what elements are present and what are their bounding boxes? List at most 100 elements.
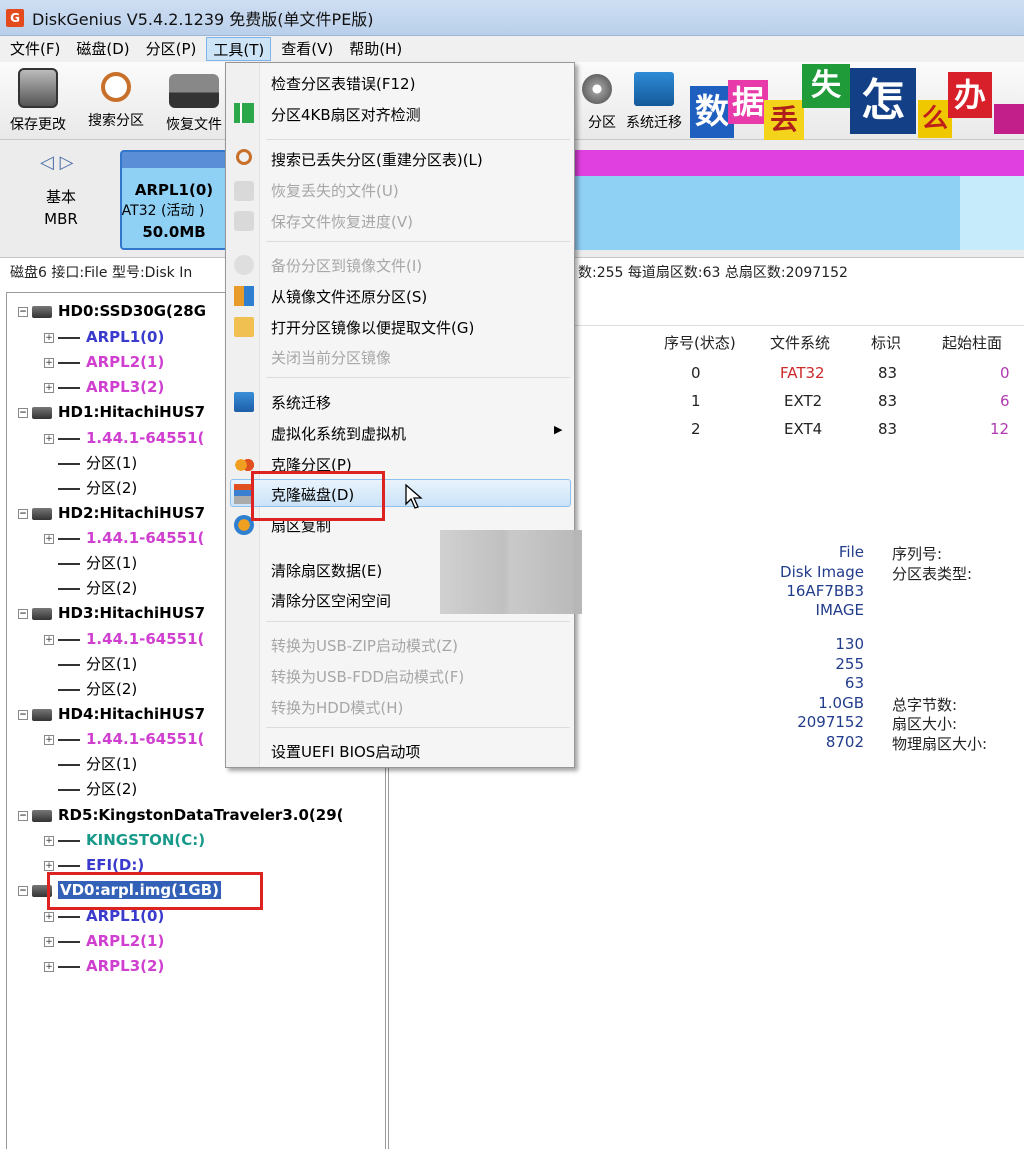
- tree-disk-hd4[interactable]: − HD4:HitachiHUS7: [18, 703, 205, 725]
- menu-item-virtualize[interactable]: 虚拟化系统到虚拟机: [271, 423, 406, 444]
- tree-partition[interactable]: +1.44.1-64551(: [44, 527, 204, 549]
- search-icon: [236, 149, 252, 165]
- tree-partition[interactable]: + KINGSTON(C:): [44, 829, 205, 851]
- hdd-icon: [32, 507, 52, 520]
- menu-item-uefi-bios[interactable]: 设置UEFI BIOS启动项: [271, 741, 420, 762]
- tree-partition[interactable]: + ARPL3(2): [44, 955, 164, 977]
- menu-item-system-migrate[interactable]: 系统迁移: [271, 392, 331, 413]
- clone-disk-highlight-box: [251, 471, 385, 521]
- data-loss-banner[interactable]: 数 据 丢 失 怎 么 办: [690, 64, 1024, 140]
- prop-image: IMAGE: [815, 601, 864, 619]
- recover-files-label: 恢复文件: [166, 117, 222, 133]
- tree-partition-label: 1.44.1-64551(: [86, 529, 205, 547]
- vd0-highlight-box: [47, 872, 263, 910]
- sector-size-label: 扇区大小:: [892, 715, 958, 733]
- menu-item-clear-sector-data[interactable]: 清除扇区数据(E): [271, 560, 382, 581]
- tree-disk-hd2[interactable]: − HD2:HitachiHUS7: [18, 502, 205, 524]
- partition-icon: [58, 940, 80, 943]
- menu-item-check-partition-table[interactable]: 检查分区表错误(F12): [271, 73, 415, 94]
- col-header-start-cyl[interactable]: 起始柱面: [942, 332, 1002, 353]
- restore-image-icon: [234, 286, 254, 306]
- tree-partition[interactable]: +1.44.1-64551(: [44, 427, 204, 449]
- table-cell: 83: [878, 420, 898, 438]
- menu-item-4kb-align[interactable]: 分区4KB扇区对齐检测: [271, 104, 421, 125]
- partition-block-arpl1[interactable]: ARPL1(0) AT32 (活动 ) 50.0MB: [120, 150, 228, 250]
- menu-item-clear-free-space[interactable]: 清除分区空闲空间: [271, 590, 391, 611]
- mouse-cursor-icon: [405, 484, 423, 509]
- menu-view[interactable]: 查看(V): [275, 37, 339, 61]
- menu-item-search-lost-partitions[interactable]: 搜索已丢失分区(重建分区表)(L): [271, 149, 483, 170]
- menu-file[interactable]: 文件(F): [4, 37, 66, 61]
- menu-disk[interactable]: 磁盘(D): [70, 37, 135, 61]
- partition-icon: [58, 738, 80, 741]
- table-cell: 2: [691, 420, 701, 438]
- tree-disk-hd0[interactable]: − HD0:SSD30G(28G: [18, 300, 206, 322]
- col-header-fs[interactable]: 文件系统: [770, 332, 830, 353]
- system-migrate-button[interactable]: 系统迁移: [618, 68, 690, 132]
- save-progress-icon: [234, 211, 254, 231]
- open-image-folder-icon: [234, 317, 254, 337]
- banner-char: 怎: [850, 68, 916, 134]
- tree-partition[interactable]: 分区(1): [58, 753, 137, 775]
- partition-icon: [58, 437, 80, 440]
- tree-partition-label: KINGSTON(C:): [86, 831, 206, 849]
- prop-serial: 16AF7BB3: [786, 582, 864, 600]
- save-disk-icon: [18, 68, 58, 108]
- partition-icon: [58, 688, 80, 691]
- tree-partition[interactable]: 分区(2): [58, 577, 137, 599]
- save-changes-label: 保存更改: [10, 117, 66, 133]
- tree-partition[interactable]: 分区(2): [58, 477, 137, 499]
- partition-block-name: ARPL1(0): [134, 181, 214, 199]
- tree-partition-label: 分区(2): [86, 479, 138, 497]
- table-cell: 12: [990, 420, 1010, 438]
- partition-icon: [58, 487, 80, 490]
- menu-icon-gutter: [226, 63, 260, 767]
- partition-icon: [58, 788, 80, 791]
- partition-icon: [58, 562, 80, 565]
- recover-files-button[interactable]: 恢复文件: [156, 68, 232, 134]
- tree-disk-label: HD0:SSD30G(28G: [58, 302, 207, 320]
- partition-block-free[interactable]: [960, 176, 1024, 250]
- menu-item-open-partition-image[interactable]: 打开分区镜像以便提取文件(G): [271, 317, 474, 338]
- partition-icon: [58, 361, 80, 364]
- tree-disk-rd5[interactable]: − RD5:KingstonDataTraveler3.0(29(: [18, 804, 344, 826]
- tree-partition-label: 1.44.1-64551(: [86, 730, 205, 748]
- submenu-arrow-icon: ▶: [554, 423, 563, 436]
- tree-partition[interactable]: +1.44.1-64551(: [44, 628, 204, 650]
- menu-separator: [266, 727, 570, 728]
- search-partition-button[interactable]: 搜索分区: [78, 68, 154, 130]
- tree-partition[interactable]: + ARPL2(1): [44, 930, 164, 952]
- tree-partition[interactable]: +1.44.1-64551(: [44, 728, 204, 750]
- col-header-id[interactable]: 标识: [871, 332, 901, 353]
- tree-disk-hd1[interactable]: − HD1:HitachiHUS7: [18, 401, 205, 423]
- tree-partition-label: 分区(2): [86, 780, 138, 798]
- partition-block-others[interactable]: [574, 150, 1024, 250]
- menu-help[interactable]: 帮助(H): [343, 37, 408, 61]
- monitor-migrate-icon: [634, 72, 674, 106]
- tree-disk-hd3[interactable]: − HD3:HitachiHUS7: [18, 602, 205, 624]
- tree-partition[interactable]: 分区(1): [58, 653, 137, 675]
- save-changes-button[interactable]: 保存更改: [0, 68, 76, 134]
- prop-interface: File: [838, 543, 864, 561]
- table-cell: EXT2: [784, 392, 823, 410]
- menu-item-restore-from-image[interactable]: 从镜像文件还原分区(S): [271, 286, 427, 307]
- disk-info-left: 磁盘6 接口:File 型号:Disk In: [10, 265, 193, 281]
- menu-tools[interactable]: 工具(T): [206, 37, 272, 61]
- table-cell: 83: [878, 392, 898, 410]
- tree-partition-label: 分区(2): [86, 579, 138, 597]
- tools-dropdown-menu: 检查分区表错误(F12) 分区4KB扇区对齐检测 搜索已丢失分区(重建分区表)(…: [225, 62, 575, 768]
- blurred-overlay: [440, 530, 582, 614]
- tree-partition[interactable]: 分区(1): [58, 552, 137, 574]
- prop-heads: 255: [835, 655, 864, 673]
- tree-partition[interactable]: + ARPL3(2): [44, 376, 164, 398]
- serial-label: 序列号:: [892, 545, 943, 563]
- menu-partition[interactable]: 分区(P): [140, 37, 203, 61]
- col-header-index[interactable]: 序号(状态): [664, 332, 736, 353]
- disk-nav-arrows-icon[interactable]: ◁ ▷: [40, 152, 73, 173]
- tree-partition[interactable]: 分区(2): [58, 678, 137, 700]
- tree-partition[interactable]: 分区(1): [58, 452, 137, 474]
- tree-partition[interactable]: 分区(2): [58, 778, 137, 800]
- tree-partition[interactable]: + ARPL1(0): [44, 326, 164, 348]
- tree-partition-label: 分区(2): [86, 680, 138, 698]
- tree-partition[interactable]: + ARPL2(1): [44, 351, 164, 373]
